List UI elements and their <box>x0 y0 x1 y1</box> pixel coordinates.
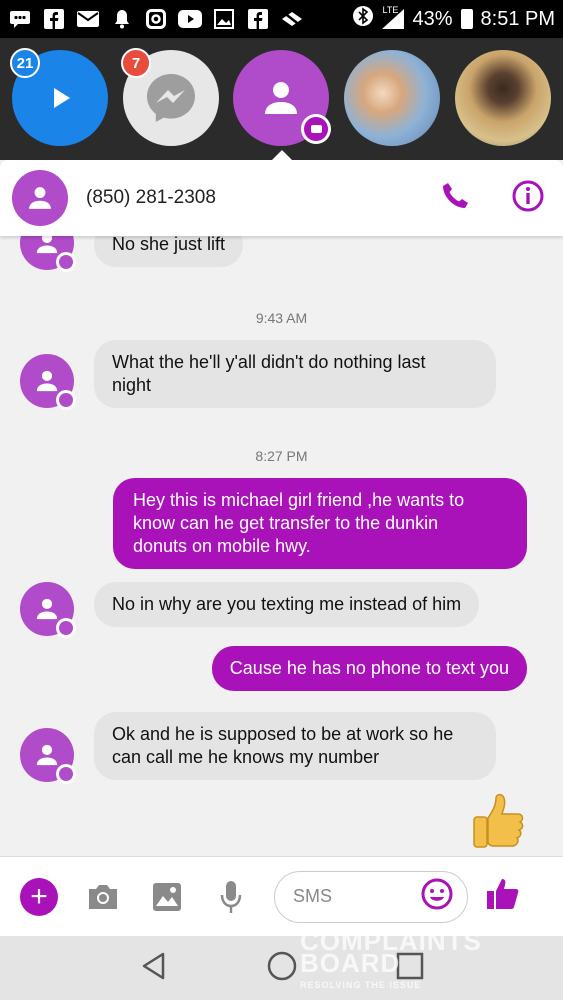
instagram-icon <box>144 8 168 30</box>
info-icon[interactable] <box>511 179 545 218</box>
message-line: know can he get transfer to the dunkin <box>133 513 439 533</box>
contact-avatar[interactable] <box>12 170 68 226</box>
network-type-label: LTE <box>382 5 399 15</box>
sms-placeholder: SMS <box>293 886 333 906</box>
person-icon <box>36 598 58 620</box>
play-icon <box>54 88 70 108</box>
facebook-icon <box>42 8 66 30</box>
person-icon <box>29 187 51 209</box>
message-line: What the he'll y'all didn't do nothing l… <box>112 352 426 372</box>
gallery-icon[interactable] <box>148 878 186 916</box>
back-icon[interactable] <box>139 951 169 986</box>
sms-badge-icon <box>301 114 331 144</box>
message-composer: + SMS <box>0 856 563 936</box>
status-bar: LTE 43% 8:51 PM <box>0 0 563 38</box>
message-bubble-outgoing[interactable]: Cause he has no phone to text you <box>211 646 527 691</box>
messenger-icon <box>147 74 195 122</box>
message-bubble-outgoing[interactable]: Hey this is michael girl friend ,he want… <box>113 478 527 569</box>
message-timestamp: 9:43 AM <box>255 310 308 326</box>
bluetooth-icon <box>352 5 374 33</box>
unread-badge: 7 <box>121 48 151 78</box>
message-line: night <box>112 375 152 395</box>
chat-head-active-contact[interactable] <box>233 50 331 146</box>
sms-input[interactable]: SMS <box>274 870 468 923</box>
message-line: donuts on mobile hwy. <box>133 536 311 556</box>
chat-head-contact-photo[interactable] <box>455 50 551 146</box>
add-content-button[interactable]: + <box>20 877 58 916</box>
clock: 8:51 PM <box>480 7 555 30</box>
phone-call-icon[interactable] <box>439 180 471 217</box>
watermark: COMPLAINTS BOARD RESOLVING THE ISSUE <box>300 928 482 996</box>
person-icon <box>36 744 58 766</box>
chat-head-video[interactable]: 21 <box>10 48 108 146</box>
signal-icon: LTE <box>382 5 405 29</box>
notification-icons <box>8 8 304 30</box>
sms-indicator-icon <box>56 252 76 272</box>
sender-avatar <box>20 582 76 638</box>
mail-icon <box>76 8 100 30</box>
status-right: LTE 43% 8:51 PM <box>352 5 555 33</box>
like-thumbs-up-icon[interactable] <box>486 877 520 916</box>
sms-indicator-icon <box>56 764 76 784</box>
message-line: can call me he knows my number <box>112 747 380 767</box>
person-icon <box>36 370 58 392</box>
chat-heads-bar: 21 7 <box>0 38 563 160</box>
watermark-tagline: RESOLVING THE ISSUE <box>300 980 422 990</box>
sms-indicator-icon <box>56 390 76 410</box>
gallery-icon <box>212 8 236 30</box>
sender-avatar <box>20 354 76 410</box>
emoji-icon[interactable] <box>421 878 453 915</box>
message-line: Ok and he is supposed to be at work so h… <box>112 724 454 744</box>
mute-icon <box>280 8 304 30</box>
message-bubble-incoming[interactable]: Ok and he is supposed to be at work so h… <box>94 712 496 780</box>
chat-head-messenger[interactable]: 7 <box>121 48 219 146</box>
home-icon[interactable] <box>266 950 298 987</box>
contact-photo-avatar <box>344 50 440 146</box>
unread-badge: 21 <box>10 48 40 78</box>
sms-indicator-icon <box>56 618 76 638</box>
notification-bell-icon <box>110 8 134 30</box>
microphone-icon[interactable] <box>212 878 250 916</box>
thumbs-up-emoji-icon[interactable] <box>468 792 526 852</box>
chat-head-contact-photo[interactable] <box>344 50 440 146</box>
chat-icon <box>8 8 32 30</box>
conversation-header: (850) 281-2308 <box>0 160 563 236</box>
sender-avatar <box>20 728 76 784</box>
message-line: Hey this is michael girl friend ,he want… <box>133 490 465 510</box>
camera-icon[interactable] <box>84 878 122 916</box>
message-bubble-incoming[interactable]: No in why are you texting me instead of … <box>94 582 480 627</box>
message-timestamp: 8:27 PM <box>255 448 308 464</box>
contact-phone-number: (850) 281-2308 <box>86 187 216 208</box>
person-icon <box>265 82 297 114</box>
battery-icon <box>460 9 473 29</box>
message-list[interactable]: No she just lift 9:43 AM What the he'll … <box>0 200 563 856</box>
contact-photo-avatar <box>455 50 551 146</box>
facebook-icon <box>246 8 270 30</box>
battery-percent: 43% <box>412 7 453 30</box>
youtube-icon <box>178 8 202 30</box>
message-bubble-incoming[interactable]: What the he'll y'all didn't do nothing l… <box>94 340 496 408</box>
